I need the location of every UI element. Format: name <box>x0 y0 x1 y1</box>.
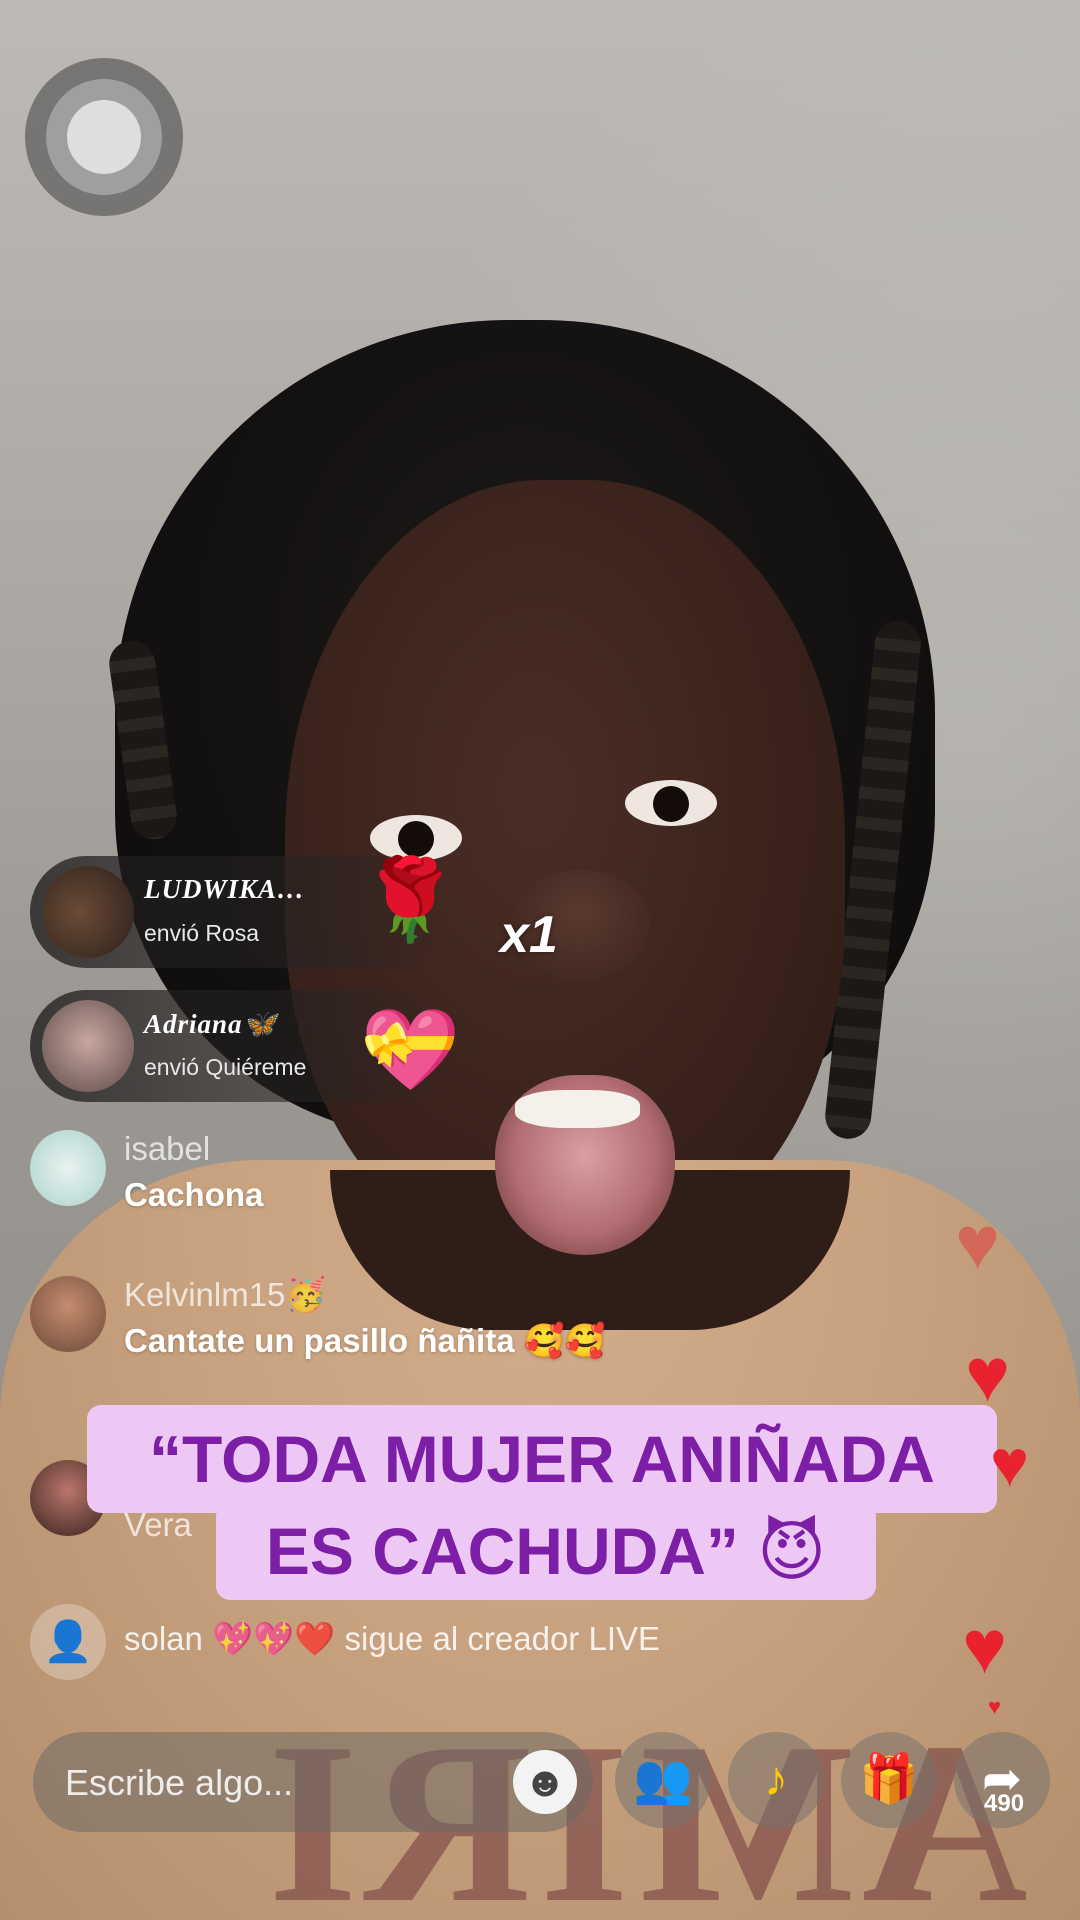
caption-line-2: ES CACHUDA” 😈 <box>216 1503 876 1600</box>
multi-guest-button[interactable]: 👥 <box>615 1732 711 1828</box>
avatar <box>42 1000 134 1092</box>
gift-box-icon: 🎁 <box>859 1753 919 1806</box>
rose-gift-icon: 🌹 <box>360 855 460 944</box>
comment-item[interactable]: Kelvinlm15🥳 Cantate un pasillo ñañita 🥰🥰 <box>30 1276 790 1376</box>
heart-icon: ♥ <box>988 1694 1002 1719</box>
follow-user-icon: 👤 <box>30 1604 106 1680</box>
gift-username: LUDWIKA… <box>144 874 306 904</box>
comment-text: Cantate un pasillo ñañita 🥰🥰 <box>124 1322 606 1359</box>
teeth <box>515 1090 640 1128</box>
heart-gift-icon: 💝 <box>360 1005 460 1094</box>
caption-line-1: “TODA MUJER ANIÑADA <box>87 1405 997 1513</box>
avatar <box>42 866 134 958</box>
floating-record-button[interactable] <box>25 58 183 216</box>
gift-button[interactable]: 🎁 <box>841 1732 937 1828</box>
comment-input[interactable]: Escribe algo... ☻ <box>33 1732 593 1832</box>
heart-icon: ♥ <box>965 1333 1011 1418</box>
heart-icon: ♥ <box>962 1605 1008 1690</box>
comment-input-placeholder: Escribe algo... <box>65 1762 294 1803</box>
gift-multiplier: x1 <box>500 906 558 964</box>
promo-button[interactable]: ♪ <box>728 1732 824 1828</box>
avatar <box>30 1130 106 1206</box>
heart-icon: ♥ <box>955 1201 1001 1286</box>
share-count: 490 <box>984 1790 1025 1817</box>
follow-notice-text: solan 💖💖❤️ sigue al creador LIVE <box>124 1620 661 1657</box>
bottom-bar: Escribe algo... ☻ 👥 ♪ 🎁 ➦ 490 <box>0 1730 1080 1840</box>
comment-username: isabel <box>124 1130 211 1167</box>
heart-icon: ♥ <box>990 1426 1030 1500</box>
people-icon: 👥 <box>633 1753 693 1806</box>
emoji-icon[interactable]: ☻ <box>513 1750 577 1814</box>
avatar <box>30 1276 106 1352</box>
comment-username: Kelvinlm15🥳 <box>124 1276 327 1313</box>
comment-item[interactable]: isabel Cachona <box>30 1130 790 1230</box>
eye <box>625 780 717 826</box>
follow-notice: 👤 solan 💖💖❤️ sigue al creador LIVE <box>30 1604 830 1680</box>
gift-action: envió Quiéreme <box>144 1054 307 1080</box>
record-core <box>67 100 141 174</box>
tiktok-coin-icon: ♪ <box>764 1753 788 1806</box>
gift-action: envió Rosa <box>144 920 260 946</box>
comment-text: Cachona <box>124 1176 264 1213</box>
gift-username: Adriana🦋 <box>144 1009 278 1039</box>
